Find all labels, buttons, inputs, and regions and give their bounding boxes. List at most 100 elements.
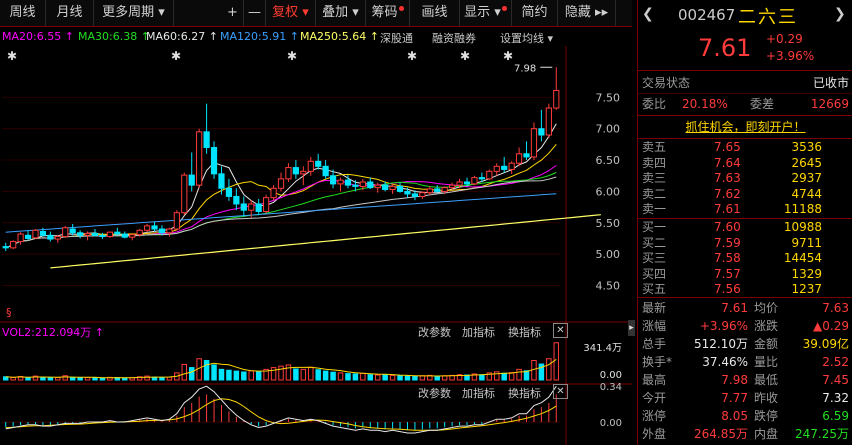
volume-bar <box>203 360 210 381</box>
candle-down <box>24 234 32 239</box>
candle-up <box>277 178 285 189</box>
price-tick-label: 7.00 <box>596 123 621 136</box>
ask-volume: 3536 <box>791 140 822 154</box>
bid-row-2[interactable]: 买二 7.59 9711 <box>638 236 852 251</box>
weekly-button[interactable]: 周线 <box>0 0 46 26</box>
candle-up <box>17 233 24 243</box>
volume-bar <box>382 374 388 381</box>
ask-row-2[interactable]: 卖四 7.64 2645 <box>638 156 852 171</box>
volume-switch-indicator-button[interactable]: 换指标 <box>508 324 541 340</box>
volume-add-indicator-button[interactable]: 加指标 <box>462 324 495 340</box>
candle-down <box>396 185 404 192</box>
volume-bar <box>10 377 16 381</box>
candle-down <box>121 233 128 238</box>
event-marker-icon: ✱ <box>407 49 417 63</box>
candle-down <box>315 160 322 167</box>
macd-add-indicator-button[interactable]: 加指标 <box>462 385 495 401</box>
set-ma-dropdown[interactable]: 设置均线 ▾ <box>500 30 553 46</box>
dividend-marker-icon: § <box>6 306 12 319</box>
volume-bar <box>62 375 68 381</box>
volume-bar <box>285 364 292 381</box>
macd-close-icon[interactable]: ✕ <box>553 384 568 399</box>
volume-bar <box>360 372 366 381</box>
bid-volume: 10988 <box>783 220 822 234</box>
candle-up <box>486 170 493 180</box>
monthly-button[interactable]: 月线 <box>46 0 94 26</box>
candle-up <box>337 179 344 185</box>
macd-switch-indicator-button[interactable]: 换指标 <box>508 385 541 401</box>
overlay-dropdown[interactable]: 叠加 ▾ <box>316 0 366 26</box>
candle-up <box>389 185 396 191</box>
prev-stock-icon[interactable]: ❮ <box>642 6 654 22</box>
zoom-in-button[interactable]: + <box>222 0 244 26</box>
candle-up <box>300 170 307 175</box>
volume-bar <box>241 371 247 381</box>
high-price-label: 7.98 <box>514 63 536 74</box>
volume-bar <box>84 377 91 381</box>
volume-bar <box>255 370 262 381</box>
ask-row-4[interactable]: 卖二 7.62 4744 <box>638 187 852 202</box>
bid-row-4[interactable]: 买四 7.57 1329 <box>638 267 852 282</box>
volume-bar <box>181 363 188 381</box>
candle-up <box>530 128 538 158</box>
volume-bar <box>308 366 314 381</box>
candle-down <box>352 184 359 187</box>
simple-button[interactable]: 简约 <box>512 0 558 26</box>
stock-name: 二六三 <box>738 7 798 28</box>
ask-row-5[interactable]: 卖一 7.61 11188 <box>638 202 852 217</box>
open-account-link[interactable]: 抓住机会，即刻开户！ <box>638 118 852 136</box>
bid-row-3[interactable]: 买三 7.58 14454 <box>638 251 852 266</box>
zoom-out-button[interactable]: — <box>244 0 266 26</box>
volume-close-icon[interactable]: ✕ <box>553 323 568 338</box>
candle-up <box>270 187 277 199</box>
volume-bar <box>337 372 344 381</box>
ask-row-1[interactable]: 卖五 7.65 3536 <box>638 140 852 155</box>
bid-row-5[interactable]: 买五 7.56 1237 <box>638 282 852 297</box>
volume-params-button[interactable]: 改参数 <box>418 324 451 340</box>
display-dropdown[interactable]: 显示 ▾ <box>460 0 512 26</box>
quote-stats: 最新 7.61 均价 7.63 涨幅 +3.96% 涨跌 ▲0.29 总手 512.10万 金额 39… <box>638 299 852 445</box>
price-tick-label: 6.00 <box>596 185 621 198</box>
chips-button[interactable]: 筹码 <box>366 0 410 26</box>
volume-bar <box>270 367 277 381</box>
stat-row: 最高 7.98 最低 7.45 <box>642 373 849 387</box>
volume-bar <box>211 364 217 381</box>
candle-down <box>77 232 84 236</box>
ask-price: 7.65 <box>714 140 741 154</box>
price-tick-label: 5.00 <box>596 248 621 261</box>
panel-collapse-icon[interactable]: ▸ <box>628 320 635 336</box>
stat-row: 涨幅 +3.96% 涨跌 ▲0.29 <box>642 319 849 333</box>
bid-price: 7.58 <box>714 251 741 265</box>
ask-volume: 2645 <box>791 155 822 170</box>
candle-down <box>210 147 218 175</box>
macd-header: 改参数 加指标 换指标 ✕ <box>0 384 632 400</box>
macd-params-button[interactable]: 改参数 <box>418 385 451 401</box>
volume-bar <box>345 373 351 381</box>
bid-row-1[interactable]: 买一 7.60 10988 <box>638 220 852 235</box>
northbound-button[interactable]: 深股通 <box>380 30 413 46</box>
candle-down <box>47 234 54 240</box>
volume-tick-label: 0.00 <box>600 370 622 381</box>
volume-bar <box>69 376 76 381</box>
ask-row-3[interactable]: 卖三 7.63 2937 <box>638 171 852 186</box>
candle-down <box>538 128 545 136</box>
adjust-dropdown[interactable]: 复权 ▾ <box>266 0 316 26</box>
candle-up <box>493 165 500 172</box>
draw-line-button[interactable]: 画线 <box>410 0 460 26</box>
candle-down <box>434 188 441 192</box>
hide-button[interactable]: 隐藏 ▸▸ <box>558 0 616 26</box>
stat-row: 今开 7.77 昨收 7.32 <box>642 391 849 405</box>
candle-down <box>240 203 247 211</box>
ask-label: 卖五 <box>642 140 667 154</box>
volume-indicator-label: VOL2:212.094万 ↑ <box>2 326 105 339</box>
candle-up <box>359 181 366 187</box>
next-stock-icon[interactable]: ❯ <box>834 6 846 22</box>
candle-down <box>322 165 329 177</box>
ask-label: 卖二 <box>642 186 667 201</box>
volume-bar <box>226 369 232 381</box>
candle-down <box>91 232 99 236</box>
candle-down <box>69 228 76 234</box>
volume-bar <box>300 368 307 381</box>
more-periods-dropdown[interactable]: 更多周期 ▾ <box>94 0 174 26</box>
margin-button[interactable]: 融资融券 <box>432 30 476 46</box>
